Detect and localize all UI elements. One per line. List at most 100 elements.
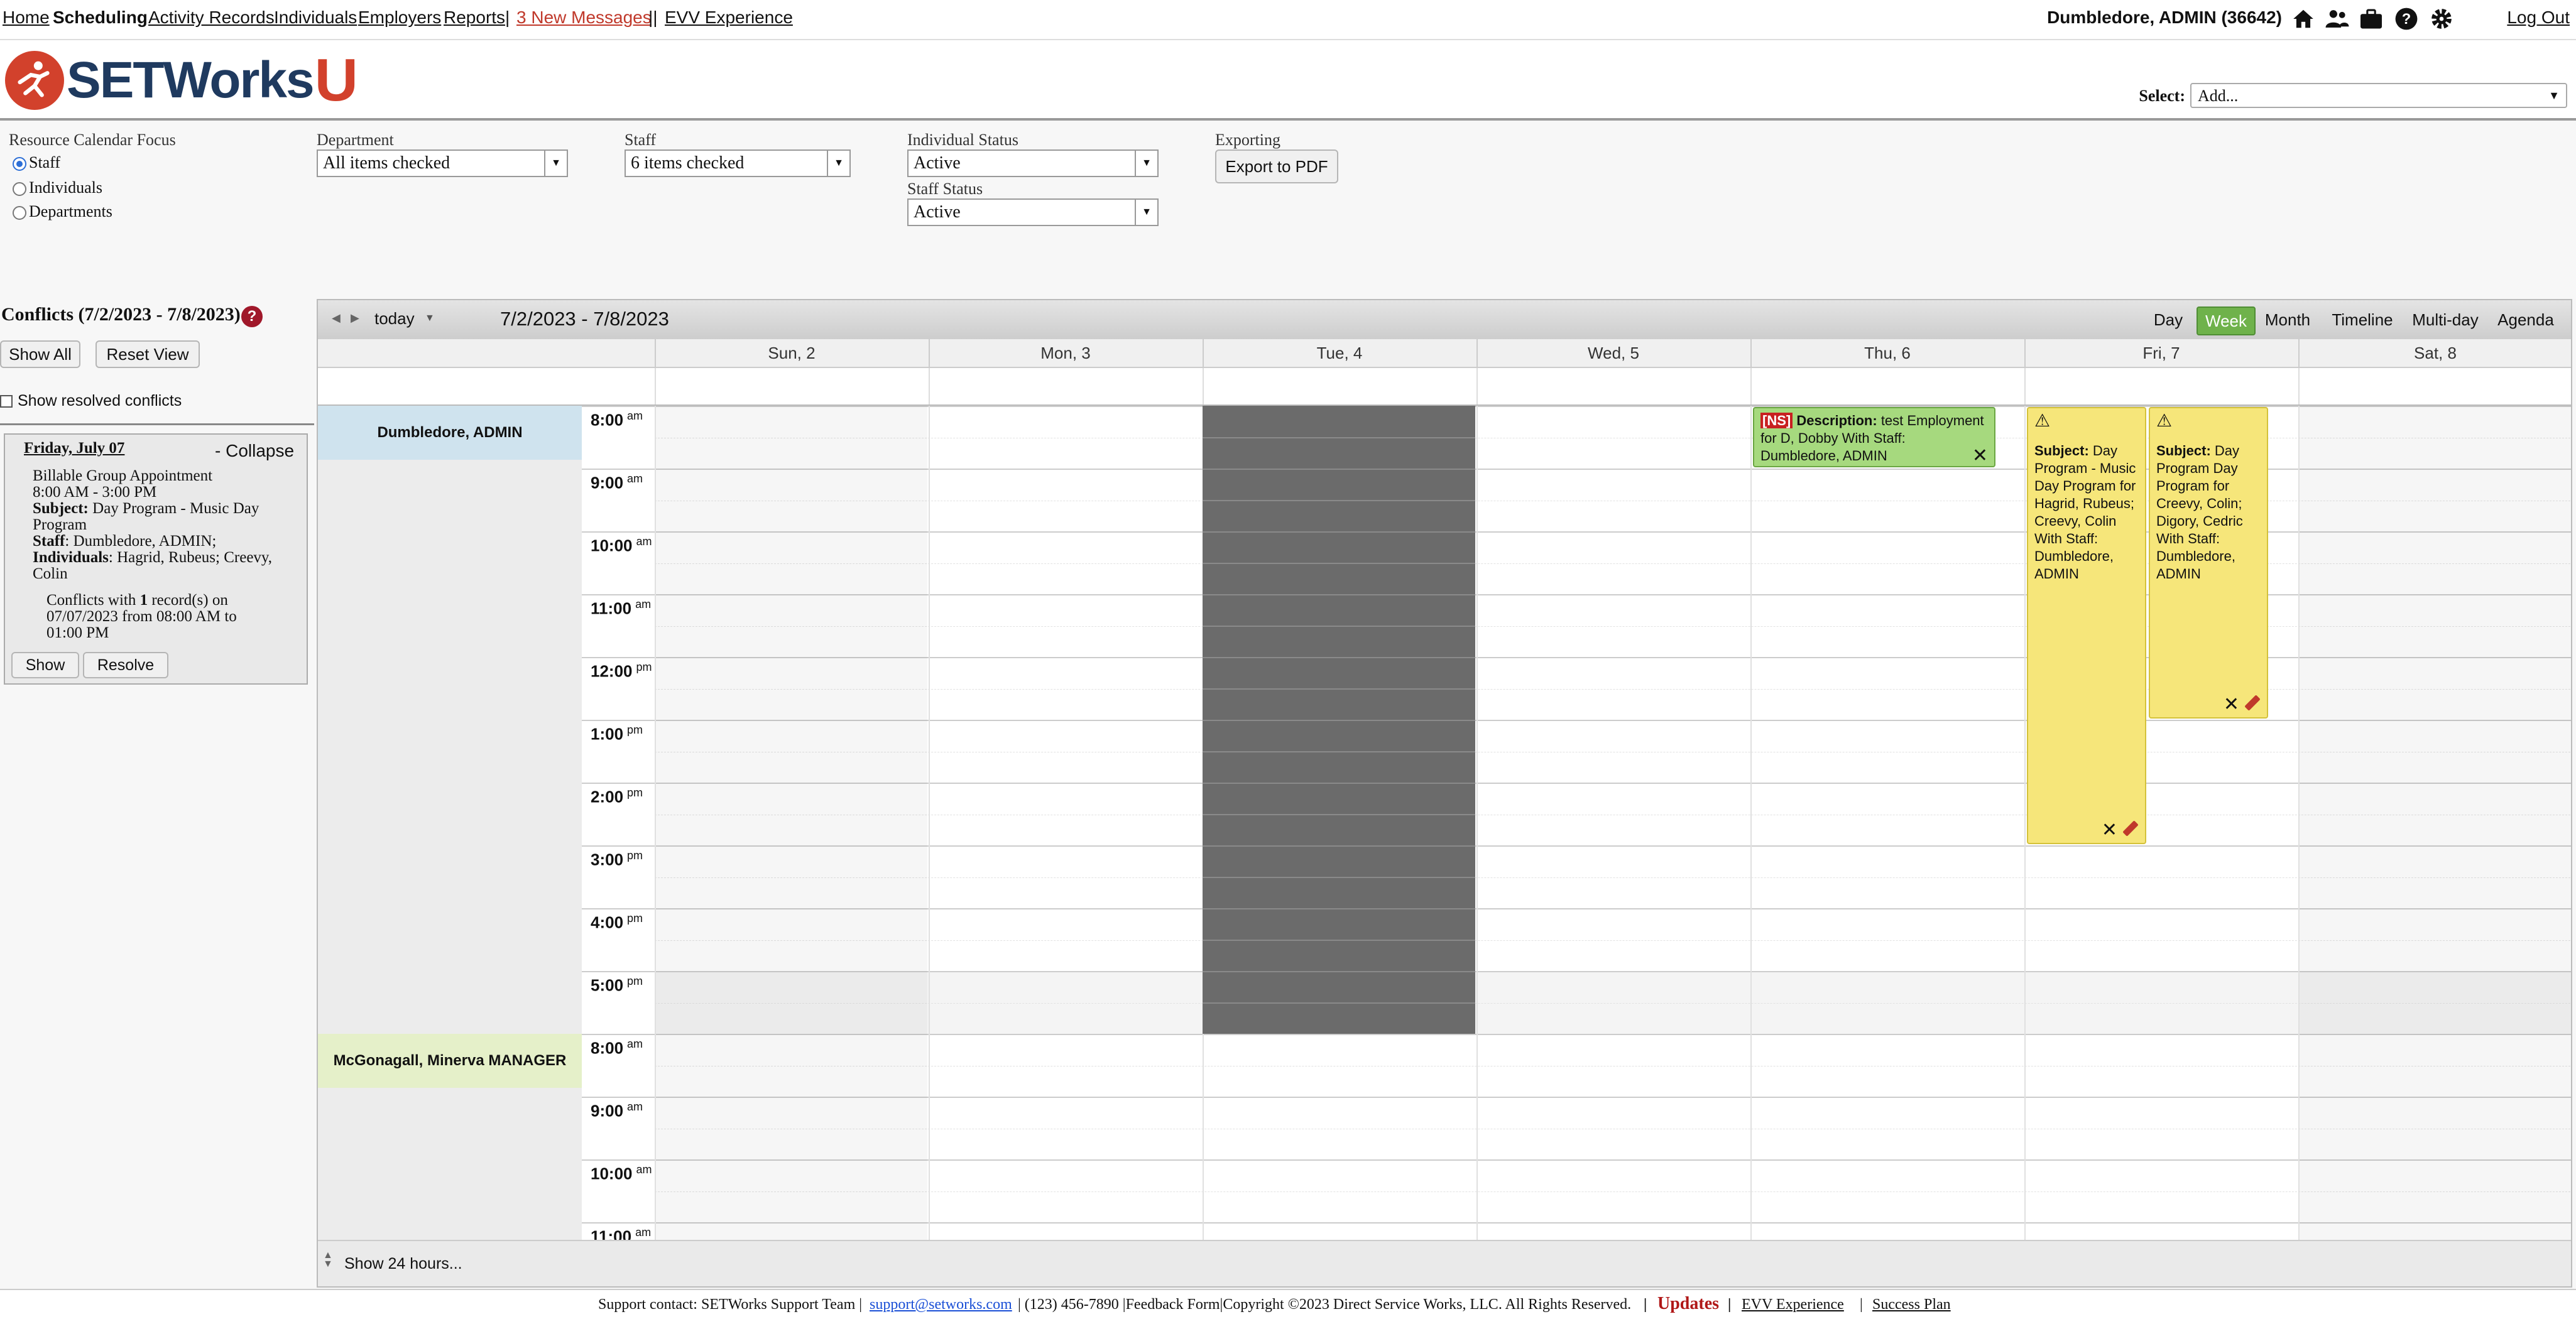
header-spacer [318, 339, 655, 367]
logo-u: U [314, 46, 358, 114]
all-day-cell[interactable] [2298, 368, 2571, 404]
pencil-icon[interactable] [2244, 695, 2261, 711]
conflicts-help-icon[interactable]: ? [241, 306, 263, 327]
show-all-button[interactable]: Show All [0, 340, 80, 368]
time-grid: Dumbledore, ADMIN McGonagall, Minerva MA… [318, 406, 2571, 1245]
hour-row[interactable] [655, 720, 2571, 783]
nav-home-link[interactable]: Home [3, 8, 50, 28]
hour-row[interactable] [655, 908, 2571, 971]
runner-logo-icon [5, 51, 64, 110]
expand-icon[interactable]: ▲ ▼ [323, 1251, 333, 1269]
hour-row[interactable] [655, 469, 2571, 531]
setworks-logo[interactable]: SETWorks U [5, 46, 358, 114]
nav-individuals-link[interactable]: Individuals [274, 8, 357, 28]
conflict-individuals: Individuals: Hagrid, Rubeus; Creevy, [33, 549, 273, 566]
view-timeline-button[interactable]: Timeline [2326, 307, 2399, 333]
all-day-cell[interactable] [655, 368, 927, 404]
prev-arrow-icon[interactable]: ◀ [332, 312, 341, 325]
support-contact: Support contact: SETWorks Support Team | [598, 1296, 863, 1313]
view-day-button[interactable]: Day [2149, 307, 2187, 333]
warning-icon: ⚠ [2034, 411, 2051, 430]
department-dropdown[interactable]: All items checked ▼ [317, 149, 568, 177]
hour-row[interactable] [655, 1034, 2571, 1097]
footer-copyright: | (123) 456-7890 |Feedback Form|Copyrigh… [1018, 1296, 1632, 1313]
footer-evv-link[interactable]: EVV Experience [1742, 1296, 1844, 1313]
view-week-button[interactable]: Week [2197, 307, 2256, 335]
nav-messages-link[interactable]: 3 New Messages [516, 8, 652, 28]
today-button[interactable]: today [374, 309, 415, 328]
reset-view-button[interactable]: Reset View [96, 340, 200, 368]
staff-label: Staff [625, 131, 657, 149]
home-icon[interactable] [2289, 5, 2317, 33]
focus-option-departments[interactable]: Departments [13, 202, 112, 221]
pencil-icon[interactable] [2122, 820, 2139, 837]
add-select[interactable]: Add... ▼ [2190, 83, 2567, 108]
staff-status-dropdown[interactable]: Active ▼ [907, 198, 1159, 226]
day-divider [2024, 406, 2026, 1245]
delete-event-icon[interactable]: ✕ [2102, 821, 2117, 840]
day-divider [1750, 406, 1752, 1245]
hour-row[interactable] [655, 971, 2571, 1034]
hour-row[interactable] [655, 657, 2571, 720]
add-select-value: Add... [2198, 87, 2239, 105]
help-icon[interactable]: ? [2393, 5, 2420, 33]
nav-activity-records-link[interactable]: Activity Records [148, 8, 275, 28]
support-email-link[interactable]: support@setworks.com [870, 1296, 1012, 1313]
footer-separator: | [1644, 1296, 1647, 1313]
time-label: 8:00 am [582, 1034, 655, 1097]
focus-option-staff[interactable]: Staff [13, 153, 60, 172]
people-icon[interactable] [2323, 5, 2351, 33]
time-label: 1:00 pm [582, 720, 655, 783]
footer-separator: | [1728, 1296, 1732, 1313]
department-value: All items checked [323, 153, 450, 173]
show-resolved-toggle[interactable]: Show resolved conflicts [0, 392, 182, 410]
chevron-down-icon[interactable]: ▼ [425, 313, 435, 324]
resolve-conflict-button[interactable]: Resolve [83, 652, 168, 678]
hour-row[interactable] [655, 1159, 2571, 1222]
individual-status-dropdown[interactable]: Active ▼ [907, 149, 1159, 177]
resource-dumbledore[interactable]: Dumbledore, ADMIN [318, 406, 582, 460]
event-day-program[interactable]: ⚠ Subject: Day Program Day Program for C… [2149, 407, 2268, 719]
resource-mcgonagall[interactable]: McGonagall, Minerva MANAGER [318, 1034, 582, 1088]
event-employment[interactable]: [NS] Description: test Employment for D,… [1753, 407, 1995, 467]
warning-icon: ⚠ [2156, 411, 2173, 430]
export-pdf-button[interactable]: Export to PDF [1215, 149, 1338, 183]
hour-row[interactable] [655, 783, 2571, 845]
nav-scheduling-link[interactable]: Scheduling [53, 8, 148, 28]
event-day-program-music[interactable]: ⚠ Subject: Day Program - Music Day Progr… [2027, 407, 2146, 844]
staff-dropdown[interactable]: 6 items checked ▼ [625, 149, 851, 177]
show-24-hours-link[interactable]: Show 24 hours... [344, 1255, 462, 1273]
all-day-cell[interactable] [929, 368, 1201, 404]
hour-row[interactable] [655, 406, 2571, 469]
gear-icon[interactable] [2428, 5, 2455, 33]
view-multiday-button[interactable]: Multi-day [2408, 307, 2483, 333]
time-label: 8:00 am [582, 406, 655, 469]
focus-option-individuals[interactable]: Individuals [13, 178, 102, 197]
nav-evv-experience-link[interactable]: EVV Experience [665, 8, 793, 28]
unavailable-block [1203, 406, 1475, 1034]
delete-event-icon[interactable]: ✕ [1972, 447, 1988, 465]
delete-event-icon[interactable]: ✕ [2224, 695, 2239, 714]
nav-employers-link[interactable]: Employers [358, 8, 441, 28]
next-arrow-icon[interactable]: ▶ [351, 312, 359, 325]
all-day-cell[interactable] [1750, 368, 2023, 404]
hour-row[interactable] [655, 1097, 2571, 1159]
hour-row[interactable] [655, 594, 2571, 657]
logout-link[interactable]: Log Out [2507, 8, 2570, 28]
hour-row[interactable] [655, 845, 2571, 908]
checkbox-icon [0, 395, 13, 408]
success-plan-link[interactable]: Success Plan [1872, 1296, 1951, 1313]
updates-link[interactable]: Updates [1657, 1294, 1719, 1314]
show-conflict-button[interactable]: Show [11, 652, 79, 678]
weekend-column-sun [655, 406, 927, 1245]
collapse-toggle[interactable]: - Collapse [215, 441, 294, 461]
briefcase-icon[interactable] [2357, 5, 2385, 33]
all-day-cell[interactable] [1476, 368, 1749, 404]
view-agenda-button[interactable]: Agenda [2492, 307, 2560, 333]
view-month-button[interactable]: Month [2259, 307, 2316, 333]
all-day-cell[interactable] [2024, 368, 2297, 404]
hour-row[interactable] [655, 531, 2571, 594]
all-day-cell[interactable] [1203, 368, 1475, 404]
nav-reports-link[interactable]: Reports [444, 8, 505, 28]
conflict-date: Friday, July 07 [24, 440, 125, 457]
